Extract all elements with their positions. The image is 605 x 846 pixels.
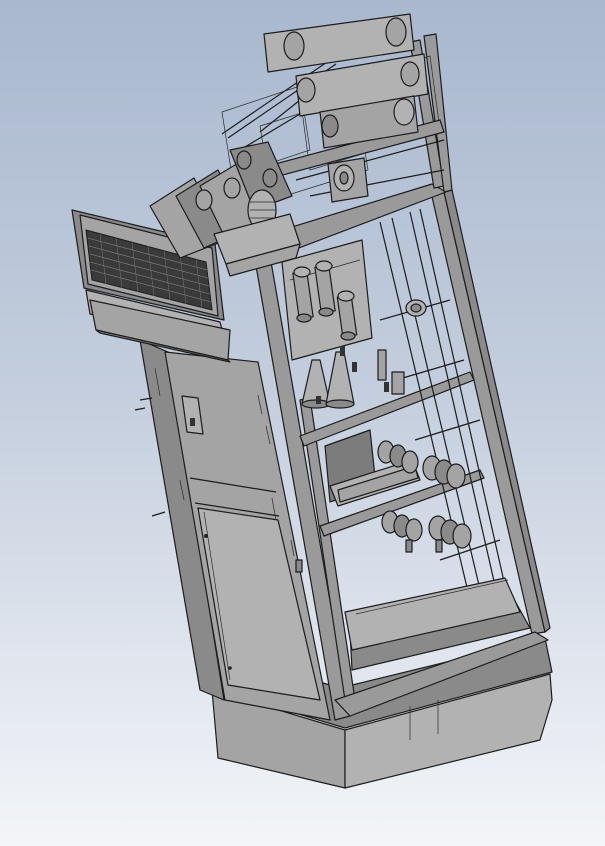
cad-viewport[interactable] [0,0,605,846]
coil-2 [422,455,466,489]
coil-3 [381,510,423,542]
roller-4 [327,157,369,203]
door-handle-icon [204,534,208,538]
switchgear-cabinet-model[interactable] [0,0,605,846]
closed-cabinet-body [134,339,331,721]
coil-4 [428,515,472,549]
